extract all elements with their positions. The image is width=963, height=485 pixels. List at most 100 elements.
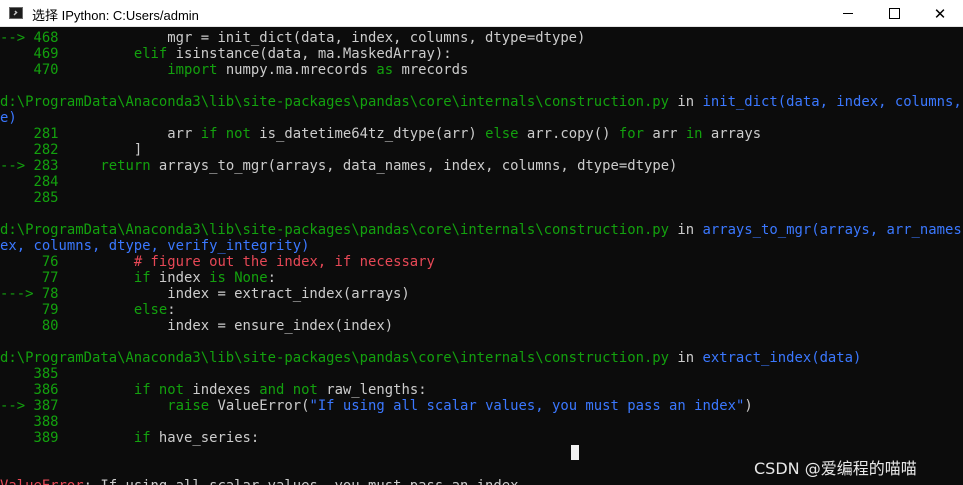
terminal-text-segment: : If using all scalar values, you must p… xyxy=(84,478,519,485)
terminal-line: 79 else: xyxy=(0,302,176,318)
terminal-text-segment: if xyxy=(133,270,151,286)
terminal-text-segment: 76 xyxy=(0,254,59,270)
terminal-text-segment: arrays_to_mgr(arrays, arr_names, ind xyxy=(702,222,963,238)
terminal-text-segment: 284 xyxy=(0,174,59,190)
terminal-text-segment: ValueError( xyxy=(209,398,310,414)
terminal-text-segment: in xyxy=(669,222,703,238)
terminal-text-segment: ] xyxy=(58,142,143,158)
terminal-line: 76 # figure out the index, if necessary xyxy=(0,254,435,270)
terminal-line: 469 elif isinstance(data, ma.MaskedArray… xyxy=(0,46,452,62)
minimize-button[interactable] xyxy=(825,0,871,27)
terminal-text-segment: e) xyxy=(0,110,17,126)
terminal-line: e) xyxy=(0,110,17,126)
console-window: 选择 IPython: C:Users/admin ✕ --> 468 mgr … xyxy=(0,0,963,485)
terminal-text-segment: is None xyxy=(209,270,268,286)
terminal-text-segment: raw_lengths: xyxy=(317,382,427,398)
terminal-line: 388 xyxy=(0,414,59,430)
terminal-line: d:\ProgramData\Anaconda3\lib\site-packag… xyxy=(0,222,963,238)
terminal-text-segment: --> 283 xyxy=(0,158,59,174)
text-cursor xyxy=(571,445,579,460)
terminal-line: 80 index = ensure_index(index) xyxy=(0,318,393,334)
terminal-text-segment: mgr = init_dict(data, index, columns, dt… xyxy=(58,30,586,46)
terminal-line: 389 if have_series: xyxy=(0,430,259,446)
terminal-text-segment: 282 xyxy=(0,142,59,158)
terminal-text-segment: d:\ProgramData\Anaconda3\lib\site-packag… xyxy=(0,94,670,110)
terminal-line: --> 387 raise ValueError("If using all s… xyxy=(0,398,753,414)
terminal-text-segment: 281 xyxy=(0,126,59,142)
terminal-text-segment: in xyxy=(685,126,703,142)
terminal-text-segment: index xyxy=(150,270,210,286)
terminal-text-segment: init_dict(data, index, columns, dtype xyxy=(702,94,962,110)
terminal-text-segment: index = extract_index(arrays) xyxy=(58,286,410,302)
terminal-text-segment: is_datetime64tz_dtype(arr) xyxy=(250,126,486,142)
terminal-text-segment: "If using all scalar values, you must pa… xyxy=(309,398,745,414)
terminal-line: d:\ProgramData\Anaconda3\lib\site-packag… xyxy=(0,350,861,366)
terminal-text-segment: if xyxy=(133,430,151,446)
terminal-text-segment: ex, columns, dtype, verify_integrity) xyxy=(0,238,310,254)
terminal-text-segment: else xyxy=(485,126,519,142)
terminal-text-segment: isinstance(data, ma.MaskedArray): xyxy=(167,46,452,62)
terminal-text-segment: 385 xyxy=(0,366,59,382)
terminal-text-segment: 386 xyxy=(0,382,59,398)
terminal-text-segment: ValueError xyxy=(0,478,84,485)
terminal-text-segment: arrays_to_mgr(arrays, data_names, index,… xyxy=(150,158,678,174)
terminal-text-segment: 389 xyxy=(0,430,59,446)
terminal-line: 281 arr if not is_datetime64tz_dtype(arr… xyxy=(0,126,761,142)
close-button[interactable]: ✕ xyxy=(917,0,963,27)
terminal-app-icon xyxy=(9,7,23,19)
terminal-text-segment: mrecords xyxy=(393,62,469,78)
terminal-text-segment: for xyxy=(618,126,644,142)
terminal-text-segment: and not xyxy=(259,382,318,398)
terminal-line: d:\ProgramData\Anaconda3\lib\site-packag… xyxy=(0,94,963,110)
terminal-text-segment: 285 xyxy=(0,190,59,206)
terminal-text-segment: as xyxy=(376,62,394,78)
terminal-line: 282 ] xyxy=(0,142,142,158)
terminal-text-segment: --> 468 xyxy=(0,30,59,46)
terminal-text-segment: d:\ProgramData\Anaconda3\lib\site-packag… xyxy=(0,222,670,238)
terminal-text-segment: 469 xyxy=(0,46,59,62)
terminal-text-segment: numpy.ma.mrecords xyxy=(217,62,377,78)
terminal-line: ValueError: If using all scalar values, … xyxy=(0,478,519,485)
terminal-text-segment: 470 xyxy=(0,62,59,78)
terminal-text-segment: else xyxy=(133,302,168,318)
title-bar[interactable]: 选择 IPython: C:Users/admin ✕ xyxy=(0,0,963,27)
terminal-text-segment: extract_index(data) xyxy=(702,350,862,366)
terminal-text-segment: arr.copy() xyxy=(518,126,619,142)
terminal-line: --> 283 return arrays_to_mgr(arrays, dat… xyxy=(0,158,677,174)
window-title: 选择 IPython: C:Users/admin xyxy=(32,8,199,23)
terminal-text-segment: return xyxy=(100,158,151,174)
terminal-text-segment: # figure out the index, if necessary xyxy=(133,254,435,270)
terminal-text-segment: arrays xyxy=(702,126,762,142)
terminal-text-segment: ) xyxy=(744,398,753,414)
terminal-text-segment: d:\ProgramData\Anaconda3\lib\site-packag… xyxy=(0,350,670,366)
maximize-button[interactable] xyxy=(871,0,917,27)
terminal-line: ---> 78 index = extract_index(arrays) xyxy=(0,286,410,302)
terminal-text-segment: import xyxy=(167,62,218,78)
terminal-text-segment: : xyxy=(267,270,277,286)
terminal-line: --> 468 mgr = init_dict(data, index, col… xyxy=(0,30,585,46)
terminal-text-segment: ---> 78 xyxy=(0,286,59,302)
terminal-text-segment: indexes xyxy=(184,382,260,398)
terminal-text-segment: 388 xyxy=(0,414,59,430)
terminal-text-segment: have_series: xyxy=(150,430,260,446)
terminal-line: ex, columns, dtype, verify_integrity) xyxy=(0,238,309,254)
terminal-text-segment: elif xyxy=(133,46,168,62)
terminal-line: 386 if not indexes and not raw_lengths: xyxy=(0,382,427,398)
terminal-output[interactable]: --> 468 mgr = init_dict(data, index, col… xyxy=(0,27,963,485)
terminal-text-segment: 79 xyxy=(0,302,59,318)
minimize-icon xyxy=(843,13,853,14)
terminal-line: 285 xyxy=(0,190,59,206)
terminal-line: 470 import numpy.ma.mrecords as mrecords xyxy=(0,62,468,78)
terminal-text-segment: raise xyxy=(167,398,210,414)
terminal-text-segment: in xyxy=(669,94,703,110)
terminal-text-segment: 77 xyxy=(0,270,59,286)
terminal-text-segment: if not xyxy=(200,126,251,142)
terminal-text-segment: 80 xyxy=(0,318,59,334)
